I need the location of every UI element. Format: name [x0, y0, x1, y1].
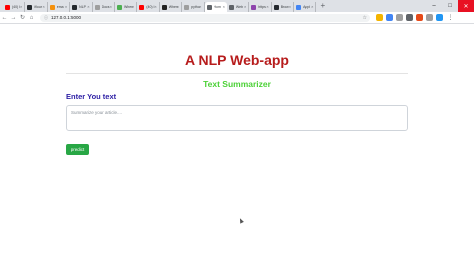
browser-tab[interactable]: (40) I × — [3, 2, 26, 12]
bookmark-star-icon[interactable]: ☆ — [363, 15, 367, 21]
minimize-button[interactable]: – — [426, 0, 442, 12]
browser-tab[interactable]: (40) I × — [137, 2, 160, 12]
tab-close-icon[interactable]: × — [65, 4, 67, 9]
extension-icon[interactable] — [396, 14, 403, 21]
tab-close-icon[interactable]: × — [132, 4, 134, 9]
tab-favicon-icon — [49, 4, 55, 10]
tab-close-icon[interactable]: × — [244, 4, 246, 9]
article-textarea[interactable]: Summarize your article.... — [66, 105, 408, 131]
extension-icon[interactable] — [406, 14, 413, 21]
tab-close-icon[interactable]: × — [311, 4, 313, 9]
browser-tab[interactable]: NLP × — [70, 2, 93, 12]
tab-favicon-icon — [139, 4, 145, 10]
page-content: A NLP Web-app Text Summarizer Enter You … — [0, 25, 474, 259]
tab-close-icon[interactable]: × — [289, 4, 291, 9]
browser-tab[interactable]: https × — [249, 2, 272, 12]
browser-tab[interactable]: Hom × — [204, 2, 227, 12]
browser-tab[interactable]: ema × — [48, 2, 71, 12]
divider — [66, 73, 408, 74]
browser-tab[interactable]: pytho × — [182, 2, 205, 12]
home-icon[interactable]: ⌂ — [27, 15, 36, 21]
tab-favicon-icon — [116, 4, 122, 10]
tab-close-icon[interactable]: × — [87, 4, 89, 9]
tab-favicon-icon — [273, 4, 279, 10]
extension-icon[interactable] — [436, 14, 443, 21]
extension-icon[interactable] — [386, 14, 393, 21]
maximize-button[interactable]: □ — [442, 0, 458, 12]
close-window-button[interactable]: ✕ — [458, 0, 474, 12]
address-bar[interactable]: ⓘ 127.0.0.1:5000 ☆ — [40, 13, 370, 22]
browser-tab[interactable]: Brow × — [272, 2, 295, 12]
extensions-area — [376, 14, 446, 21]
tab-favicon-icon — [184, 4, 190, 10]
menu-icon[interactable]: ⋮ — [446, 14, 455, 21]
browser-tab[interactable]: When × — [160, 2, 183, 12]
tab-favicon-icon — [161, 4, 167, 10]
browser-tab[interactable]: Appl × — [294, 2, 317, 12]
tab-close-icon[interactable]: × — [110, 4, 112, 9]
predict-button[interactable]: predict — [66, 144, 89, 155]
browser-tab[interactable]: When × — [115, 2, 138, 12]
mouse-cursor-icon — [238, 217, 244, 224]
tab-favicon-icon — [5, 4, 10, 10]
page-subtitle: Text Summarizer — [203, 79, 271, 89]
info-icon[interactable]: ⓘ — [44, 15, 48, 21]
tab-close-icon[interactable]: × — [266, 4, 268, 9]
extension-icon[interactable] — [376, 14, 383, 21]
back-icon[interactable]: ← — [0, 15, 9, 21]
tab-close-icon[interactable]: × — [199, 4, 201, 9]
tab-favicon-icon — [228, 4, 234, 10]
extension-icon[interactable] — [416, 14, 423, 21]
new-tab-button[interactable]: + — [320, 1, 325, 11]
browser-tab[interactable]: Docs × — [93, 2, 115, 12]
tab-strip: (40) I × iflour × ema × NLP × Docs × When × (40) I × W… — [0, 0, 474, 12]
tab-favicon-icon — [296, 4, 302, 10]
tab-close-icon[interactable]: × — [42, 4, 44, 9]
tab-favicon-icon — [94, 4, 100, 10]
tab-favicon-icon — [72, 4, 78, 10]
window-controls: – □ ✕ — [426, 0, 474, 12]
browser-tab[interactable]: iflour × — [25, 2, 48, 12]
input-label: Enter You text — [66, 92, 117, 101]
tab-close-icon[interactable]: × — [154, 4, 156, 9]
browser-toolbar: ← → ↻ ⌂ ⓘ 127.0.0.1:5000 ☆ ⋮ — [0, 12, 474, 24]
reload-icon[interactable]: ↻ — [18, 14, 27, 21]
tab-favicon-icon — [206, 4, 212, 10]
tab-close-icon[interactable]: × — [177, 4, 179, 9]
tab-favicon-icon — [27, 4, 33, 10]
tab-favicon-icon — [251, 4, 257, 10]
tab-close-icon[interactable]: × — [223, 4, 225, 9]
forward-icon[interactable]: → — [9, 15, 18, 21]
page-title: A NLP Web-app — [185, 52, 289, 68]
extension-icon[interactable] — [426, 14, 433, 21]
address-url[interactable]: 127.0.0.1:5000 — [51, 15, 81, 20]
browser-tab[interactable]: Web × — [227, 2, 250, 12]
tab-close-icon[interactable]: × — [20, 4, 22, 9]
